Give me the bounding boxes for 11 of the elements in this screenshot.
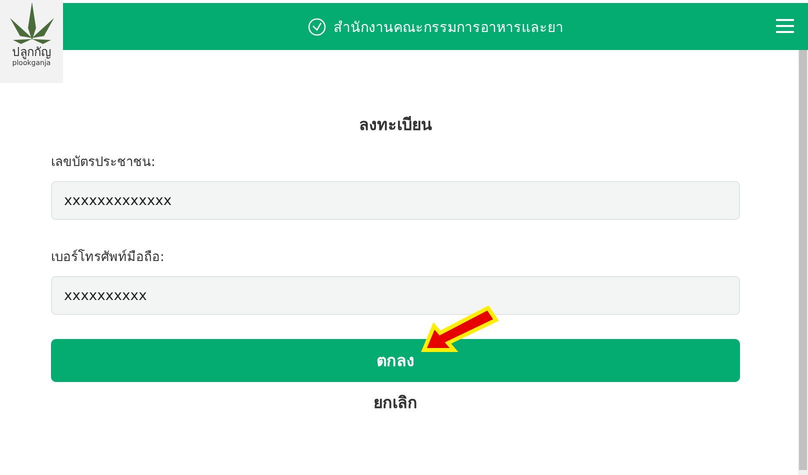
field-label: เลขบัตรประชาชน: (51, 154, 156, 172)
scrollbar[interactable] (798, 50, 808, 475)
field-label: เบอร์โทรศัพท์มือถือ: (51, 248, 166, 267)
menu-icon[interactable] (776, 19, 794, 33)
form-title: ลงทะเบียน (358, 114, 433, 136)
emblem-icon (308, 18, 326, 36)
logo-text: ปลูกกัญ (12, 46, 51, 59)
input-field[interactable]: xxxxxxxxxx (51, 276, 740, 315)
header-title: สำนักงานคณะกรรมการอาหารและยา (334, 18, 564, 38)
input-field[interactable]: xxxxxxxxxxxxx (51, 181, 740, 220)
cancel-button[interactable]: ยกเลิก (374, 390, 418, 415)
